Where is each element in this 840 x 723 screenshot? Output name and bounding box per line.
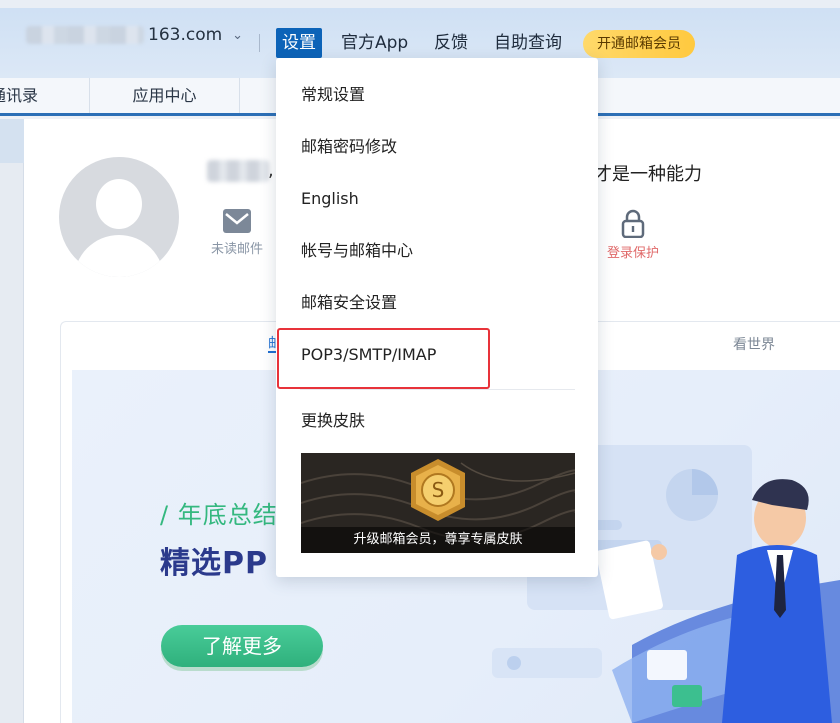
nav-feedback[interactable]: 反馈: [434, 28, 468, 58]
section-tab-world[interactable]: 看世界: [733, 334, 775, 354]
menu-item-english[interactable]: English: [301, 187, 359, 211]
section-tab-mail[interactable]: 邮: [268, 333, 276, 353]
greeting-separator: ,: [268, 160, 274, 181]
account-name-blurred: [26, 26, 144, 44]
left-sidebar-strip: [0, 119, 24, 723]
stat-login-protection[interactable]: 登录保护: [601, 208, 665, 261]
tab-app-center[interactable]: 应用中心: [90, 78, 240, 113]
banner-title: 精选PP: [160, 546, 268, 581]
user-name-blurred: [207, 160, 269, 182]
skin-promo-banner[interactable]: S 升级邮箱会员，尊享专属皮肤: [301, 453, 575, 553]
menu-divider: [300, 389, 575, 390]
skin-promo-caption: 升级邮箱会员，尊享专属皮肤: [301, 527, 575, 553]
nav-official-app[interactable]: 官方App: [341, 28, 408, 58]
left-sidebar-active[interactable]: [0, 119, 24, 163]
open-vip-button[interactable]: 开通邮箱会员: [583, 30, 695, 58]
learn-more-button[interactable]: 了解更多: [161, 625, 323, 667]
menu-item-change-skin[interactable]: 更换皮肤: [301, 409, 365, 433]
menu-item-account-center[interactable]: 帐号与邮箱中心: [301, 239, 413, 263]
menu-item-security-settings[interactable]: 邮箱安全设置: [301, 291, 397, 315]
vip-coin-icon: S: [411, 459, 465, 521]
account-switcher[interactable]: 163.com ⌄: [26, 22, 243, 48]
greeting-motto: 才是一种能力: [594, 164, 702, 185]
menu-item-general-settings[interactable]: 常规设置: [301, 83, 365, 107]
nav-settings[interactable]: 设置: [276, 28, 322, 58]
svg-text:S: S: [432, 478, 445, 502]
avatar[interactable]: [59, 157, 179, 277]
chevron-down-icon: ⌄: [232, 27, 244, 43]
mail-icon: [223, 209, 251, 233]
stat-label: 登录保护: [606, 246, 659, 261]
account-domain: 163.com: [148, 25, 223, 45]
nav-self-service[interactable]: 自助查询: [494, 28, 562, 58]
tab-contacts[interactable]: 通讯录: [0, 78, 90, 113]
stat-label: 未读邮件: [210, 242, 263, 257]
banner-subtitle: / 年底总结: [160, 501, 278, 529]
menu-item-password-change[interactable]: 邮箱密码修改: [301, 135, 397, 159]
header-divider: [259, 34, 260, 52]
highlight-box: [277, 328, 490, 389]
avatar-head: [96, 179, 142, 229]
stat-unread-mail[interactable]: 未读邮件: [205, 208, 269, 257]
lock-icon: [621, 209, 645, 238]
avatar-body: [74, 235, 164, 277]
